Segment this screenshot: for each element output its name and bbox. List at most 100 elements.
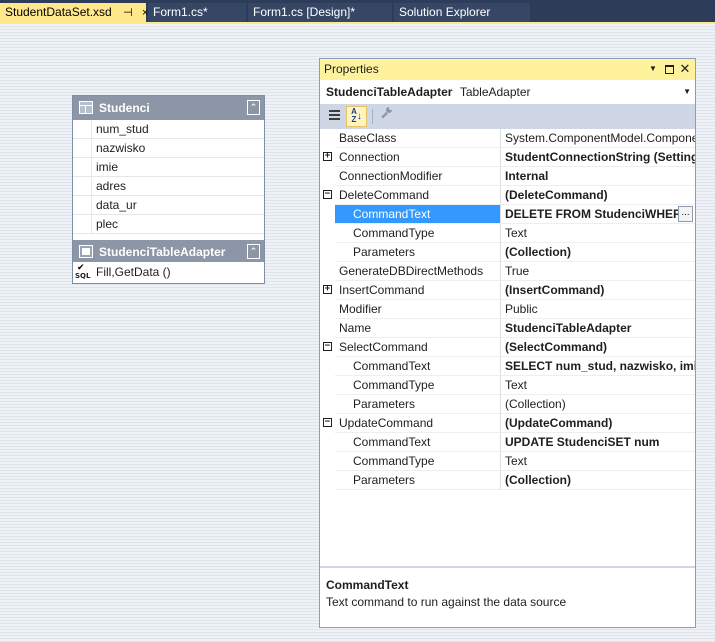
property-value[interactable]: True [501,262,695,281]
property-value[interactable]: Text [501,452,695,471]
property-row[interactable]: Parameters (Collection) [320,395,695,414]
property-name[interactable]: ConnectionModifier [335,167,501,186]
categorized-view-button[interactable] [324,106,345,127]
property-value[interactable]: Text [501,376,695,395]
property-value[interactable]: (InsertCommand) [501,281,695,300]
property-name[interactable]: Parameters [335,395,501,414]
column-row[interactable]: plec [73,215,264,234]
collapse-icon[interactable]: ⌃ [247,100,260,115]
property-row[interactable]: CommandText DELETE FROM StudenciWHERE... [320,205,695,224]
property-value[interactable]: (Collection) [501,243,695,262]
property-name[interactable]: Parameters [335,243,501,262]
property-name[interactable]: UpdateCommand [335,414,501,433]
property-value[interactable]: SELECT num_stud, nazwisko, imie [501,357,695,376]
property-row[interactable]: Parameters (Collection) [320,243,695,262]
ellipsis-button[interactable]: ... [678,206,693,222]
property-value-text: UPDATE StudenciSET num [505,435,660,449]
property-value[interactable]: Internal [501,167,695,186]
column-row[interactable]: imie [73,158,264,177]
row-gutter [320,243,335,262]
collapse-icon[interactable]: − [323,190,332,199]
object-selector-dropdown[interactable]: StudenciTableAdapter TableAdapter ▼ [320,80,695,104]
column-row[interactable]: data_ur [73,196,264,215]
property-name[interactable]: CommandText [335,433,501,452]
property-value[interactable]: System.ComponentModel.Component [501,129,695,148]
tab-studentdataset-xsd[interactable]: StudentDataSet.xsd ⊣ × [0,3,148,24]
toolbar-separator [372,109,373,124]
property-name[interactable]: InsertCommand [335,281,501,300]
property-name[interactable]: Modifier [335,300,501,319]
property-name[interactable]: GenerateDBDirectMethods [335,262,501,281]
property-row[interactable]: − SelectCommand (SelectCommand) [320,338,695,357]
collapse-icon[interactable]: − [323,418,332,427]
window-position-dropdown-icon[interactable]: ▼ [646,61,660,77]
property-name[interactable]: SelectCommand [335,338,501,357]
column-row[interactable]: nazwisko [73,139,264,158]
property-value-text: (Collection) [505,397,566,411]
property-name[interactable]: CommandText [335,205,501,224]
property-value[interactable]: UPDATE StudenciSET num [501,433,695,452]
property-row[interactable]: − DeleteCommand (DeleteCommand) [320,186,695,205]
property-row[interactable]: CommandType Text [320,452,695,471]
property-row[interactable]: BaseClass System.ComponentModel.Component [320,129,695,148]
expand-icon[interactable]: + [323,152,332,161]
row-gutter: + [320,281,335,300]
property-name[interactable]: Connection [335,148,501,167]
property-row[interactable]: − UpdateCommand (UpdateCommand) [320,414,695,433]
property-row[interactable]: GenerateDBDirectMethods True [320,262,695,281]
property-name[interactable]: CommandText [335,357,501,376]
property-name[interactable]: BaseClass [335,129,501,148]
property-name[interactable]: Parameters [335,471,501,490]
property-value[interactable]: (UpdateCommand) [501,414,695,433]
property-row[interactable]: CommandText UPDATE StudenciSET num [320,433,695,452]
property-row[interactable]: Modifier Public [320,300,695,319]
property-name[interactable]: DeleteCommand [335,186,501,205]
column-row[interactable]: adres [73,177,264,196]
property-pages-button[interactable] [376,106,397,127]
property-row[interactable]: Name StudenciTableAdapter [320,319,695,338]
alphabetical-view-button[interactable]: A Z↓ [346,106,367,127]
property-value[interactable]: DELETE FROM StudenciWHERE... [501,205,695,224]
property-name[interactable]: CommandType [335,452,501,471]
close-icon[interactable]: ✕ [678,61,692,77]
collapse-icon[interactable]: ⌃ [247,244,260,259]
property-row[interactable]: + Connection StudentConnectionString (Sett… [320,148,695,167]
property-row[interactable]: + InsertCommand (InsertCommand) [320,281,695,300]
tab-label: Form1.cs [Design]* [253,5,356,19]
property-row[interactable]: ConnectionModifier Internal [320,167,695,186]
property-value[interactable]: Public [501,300,695,319]
datatable-title: Studenci [99,101,150,115]
row-gutter [320,376,335,395]
collapse-icon[interactable]: − [323,342,332,351]
column-row[interactable]: num_stud [73,120,264,139]
property-value[interactable]: Text [501,224,695,243]
tableadapter-header[interactable]: StudenciTableAdapter ⌃ [73,238,264,262]
property-name[interactable]: CommandType [335,376,501,395]
properties-title-bar[interactable]: Properties ▼ ✕ [320,59,695,80]
property-name[interactable]: Name [335,319,501,338]
property-value[interactable]: (Collection) [501,471,695,490]
property-value[interactable]: (SelectCommand) [501,338,695,357]
property-value[interactable]: (DeleteCommand) [501,186,695,205]
property-value[interactable]: StudenciTableAdapter [501,319,695,338]
property-value[interactable]: StudentConnectionString (Settings) [501,148,695,167]
pin-icon[interactable]: ⊣ [123,4,133,23]
property-name[interactable]: CommandType [335,224,501,243]
row-gutter [320,300,335,319]
maximize-icon[interactable] [662,61,676,77]
datatable-header[interactable]: Studenci ⌃ [73,96,264,120]
datatable-studenci[interactable]: Studenci ⌃ num_stud nazwisko imie adres … [72,95,265,284]
property-grid: BaseClass System.ComponentModel.Component… [320,129,695,566]
tab-solution-explorer[interactable]: Solution Explorer [394,3,530,22]
column-list: num_stud nazwisko imie adres data_ur ple… [73,120,264,234]
property-row[interactable]: CommandText SELECT num_stud, nazwisko, im… [320,357,695,376]
property-row[interactable]: CommandType Text [320,224,695,243]
tableadapter-method-row[interactable]: ✔ SQL Fill,GetData () [73,262,264,283]
property-row[interactable]: Parameters (Collection) [320,471,695,490]
tab-form1-design[interactable]: Form1.cs [Design]* [248,3,392,22]
tab-form1-cs[interactable]: Form1.cs* [148,3,246,22]
dropdown-arrow-icon[interactable]: ▼ [683,80,691,104]
property-row[interactable]: CommandType Text [320,376,695,395]
expand-icon[interactable]: + [323,285,332,294]
property-value[interactable]: (Collection) [501,395,695,414]
